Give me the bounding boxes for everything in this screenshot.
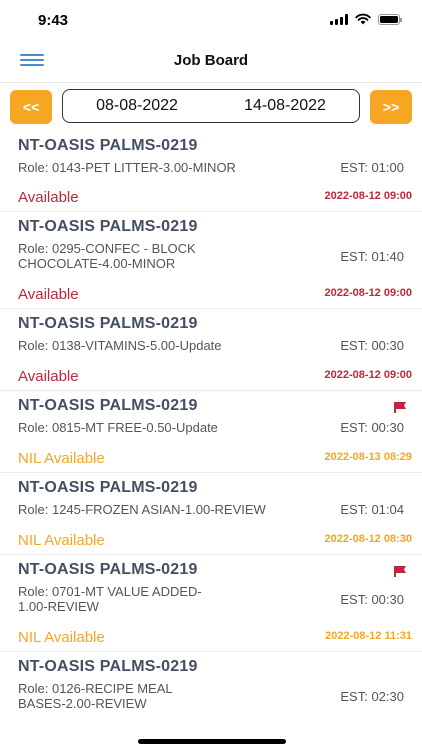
job-item[interactable]: NT-OASIS PALMS-0219 Role: 0126-RECIPE ME… [0, 652, 422, 722]
job-status: NIL Available [18, 450, 105, 467]
job-datetime: 2022-08-13 08:29 [324, 451, 412, 463]
job-title: NT-OASIS PALMS-0219 [18, 315, 198, 332]
job-title: NT-OASIS PALMS-0219 [18, 561, 198, 578]
status-icons [330, 13, 402, 25]
wifi-icon [355, 13, 371, 25]
job-role: Role: 0138-VITAMINS-5.00-Update [18, 338, 222, 353]
end-date: 14-08-2022 [244, 97, 326, 114]
job-est: EST: 00:30 [340, 338, 404, 353]
job-role: Role: 0701-MT VALUE ADDED-1.00-REVIEW [18, 584, 202, 614]
job-role: Role: 0143-PET LITTER-3.00-MINOR [18, 160, 236, 175]
job-item[interactable]: NT-OASIS PALMS-0219 Role: 0701-MT VALUE … [0, 555, 422, 652]
date-range-bar: << 08-08-2022 14-08-2022 >> [0, 83, 422, 129]
previous-week-button[interactable]: << [10, 90, 52, 124]
job-item[interactable]: NT-OASIS PALMS-0219 Role: 0143-PET LITTE… [0, 131, 422, 212]
job-role: Role: 0295-CONFEC - BLOCK CHOCOLATE-4.00… [18, 241, 196, 271]
job-status: NIL Available [18, 629, 105, 646]
job-item[interactable]: NT-OASIS PALMS-0219 Role: 0138-VITAMINS-… [0, 309, 422, 391]
job-role: Role: 1245-FROZEN ASIAN-1.00-REVIEW [18, 502, 266, 517]
job-item[interactable]: NT-OASIS PALMS-0219 Role: 1245-FROZEN AS… [0, 473, 422, 555]
job-datetime: 2022-08-12 11:31 [325, 630, 412, 642]
job-est: EST: 02:30 [340, 689, 404, 704]
next-week-button[interactable]: >> [370, 90, 412, 124]
status-time: 9:43 [38, 12, 69, 29]
job-datetime: 2022-08-12 09:00 [324, 287, 412, 299]
job-est: EST: 00:30 [340, 592, 404, 607]
job-role: Role: 0126-RECIPE MEAL BASES-2.00-REVIEW [18, 681, 173, 711]
flag-icon [394, 566, 406, 577]
job-est: EST: 01:40 [340, 249, 404, 264]
job-datetime: 2022-08-12 09:00 [324, 369, 412, 381]
job-item[interactable]: NT-OASIS PALMS-0219 Role: 0295-CONFEC - … [0, 212, 422, 309]
start-date: 08-08-2022 [96, 97, 178, 114]
date-range-picker[interactable]: 08-08-2022 14-08-2022 [62, 89, 360, 123]
job-est: EST: 01:00 [340, 160, 404, 175]
job-status: Available [18, 286, 79, 303]
job-title: NT-OASIS PALMS-0219 [18, 137, 198, 154]
job-title: NT-OASIS PALMS-0219 [18, 658, 198, 675]
job-datetime: 2022-08-12 09:00 [324, 190, 412, 202]
job-est: EST: 01:04 [340, 502, 404, 517]
job-role: Role: 0815-MT FREE-0.50-Update [18, 420, 218, 435]
flag-icon [394, 402, 406, 413]
signal-icon [330, 13, 348, 25]
app-header: Job Board [0, 40, 422, 83]
page-title: Job Board [173, 52, 249, 69]
job-datetime: 2022-08-12 08:30 [324, 533, 412, 545]
job-item[interactable]: NT-OASIS PALMS-0219 Role: 0815-MT FREE-0… [0, 391, 422, 473]
job-title: NT-OASIS PALMS-0219 [18, 218, 198, 235]
job-title: NT-OASIS PALMS-0219 [18, 479, 198, 496]
battery-icon [378, 13, 402, 25]
job-status: Available [18, 189, 79, 206]
status-bar: 9:43 [0, 0, 422, 40]
job-status: Available [18, 368, 79, 385]
home-indicator [138, 739, 286, 744]
job-list: NT-OASIS PALMS-0219 Role: 0143-PET LITTE… [0, 131, 422, 722]
job-est: EST: 00:30 [340, 420, 404, 435]
job-status: NIL Available [18, 532, 105, 549]
job-title: NT-OASIS PALMS-0219 [18, 397, 198, 414]
